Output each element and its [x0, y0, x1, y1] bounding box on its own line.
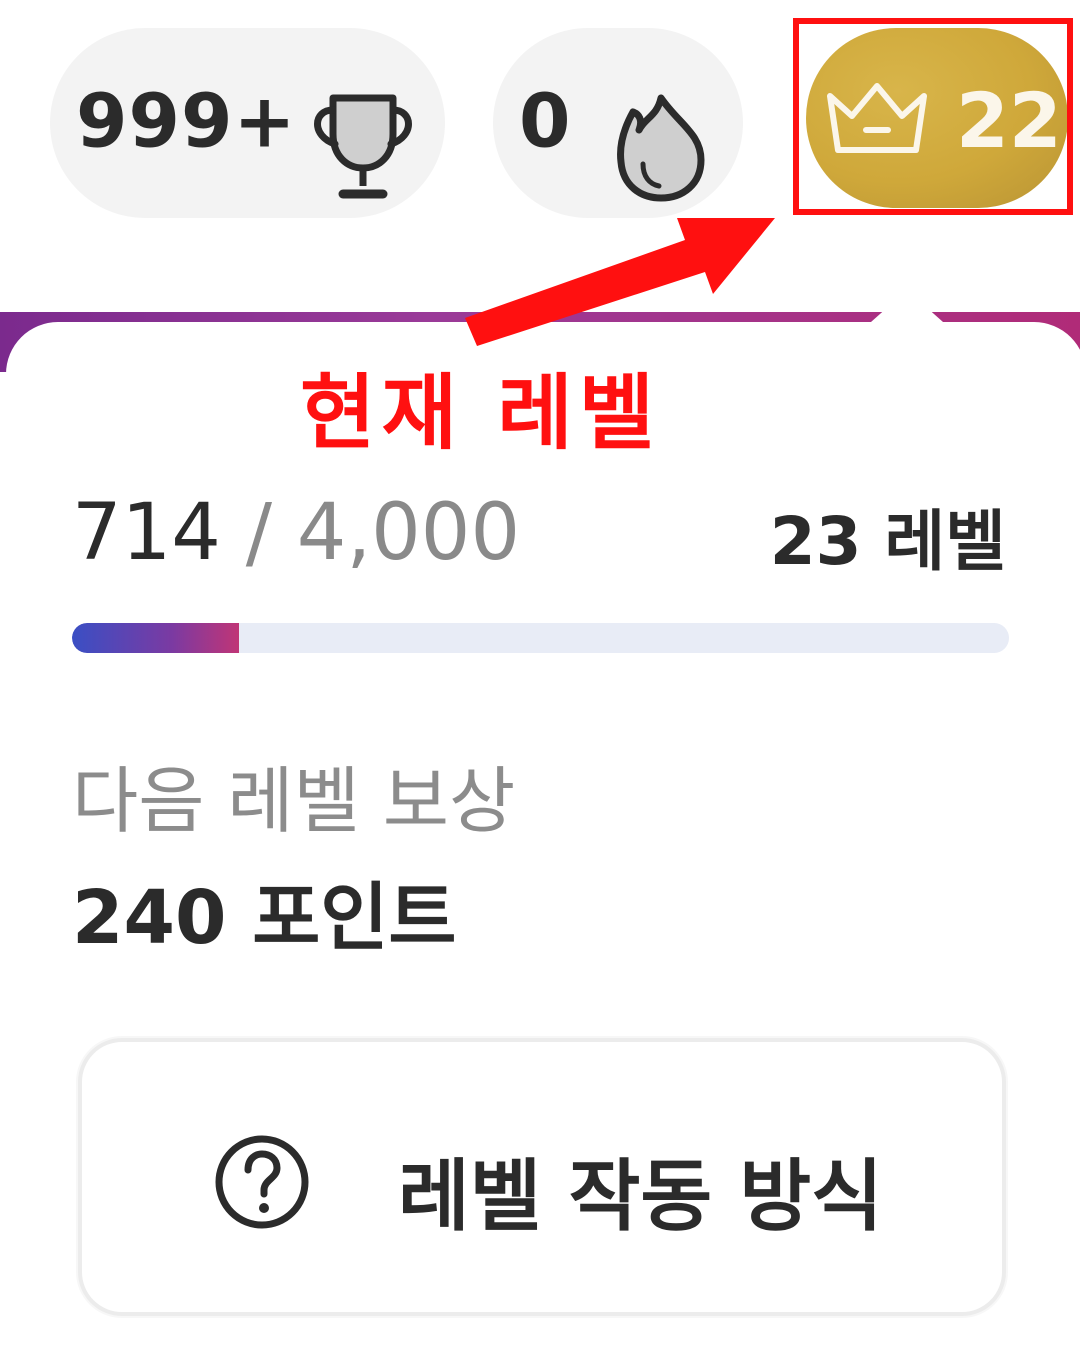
reward-heading: 다음 레벨 보상	[72, 759, 516, 843]
xp-required: 4,000	[296, 488, 521, 578]
next-level-label: 23 레벨	[769, 503, 1006, 580]
annotation-arrow	[465, 218, 775, 346]
trophy-count: 999+	[76, 78, 297, 165]
trophy-counter[interactable]: 999+	[50, 28, 445, 218]
annotation-label: 현재 레벨	[300, 366, 661, 461]
question-circle-icon	[212, 1132, 312, 1236]
level-progress-bar	[72, 623, 1009, 653]
how-levels-work-button[interactable]: 레벨 작동 방식	[78, 1038, 1006, 1316]
xp-progress-text: 714 / 4,000	[72, 488, 520, 578]
annotation-highlight-box	[793, 18, 1073, 215]
xp-separator: /	[245, 488, 272, 578]
how-levels-work-label: 레벨 작동 방식	[398, 1152, 883, 1242]
reward-value: 240 포인트	[72, 875, 457, 961]
trophy-icon	[305, 86, 421, 206]
xp-current: 714	[72, 488, 221, 578]
level-progress-fill	[72, 623, 239, 653]
streak-count: 0	[519, 78, 572, 165]
